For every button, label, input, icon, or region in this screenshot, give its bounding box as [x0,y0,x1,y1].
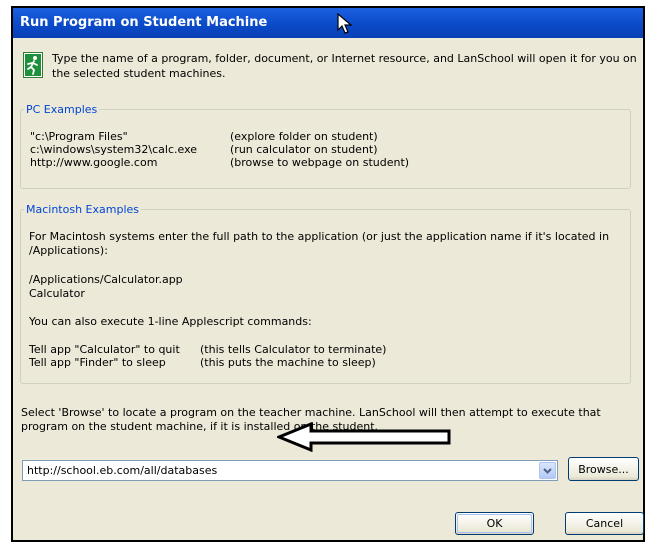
running-person-icon [23,52,43,78]
pc-example-path: http://www.google.com [30,156,158,169]
ok-button[interactable]: OK [455,512,534,535]
applescript-note: (this puts the machine to sleep) [200,356,376,369]
applescript-note: (this tells Calculator to terminate) [200,343,387,356]
applescript-command: Tell app "Finder" to sleep [29,356,166,369]
macintosh-examples-legend: Macintosh Examples [26,203,140,216]
pc-examples-legend: PC Examples [26,103,98,116]
applescript-command: Tell app "Calculator" to quit [29,343,180,356]
macintosh-examples-group: Macintosh Examples For Macintosh systems… [20,203,631,384]
program-path-combobox[interactable]: http://school.eb.com/all/databases [22,460,558,481]
pc-examples-group: PC Examples "c:\Program Files" (explore … [20,103,631,189]
mac-example-app-path: /Applications/Calculator.app [29,273,183,286]
applescript-instructions: You can also execute 1-line Applescript … [29,315,312,328]
title-bar[interactable]: Run Program on Student Machine [13,8,643,38]
mac-example-app-name: Calculator [29,287,85,300]
pc-example-note: (run calculator on student) [230,143,378,156]
pc-example-path: c:\windows\system32\calc.exe [30,143,198,156]
cancel-button[interactable]: Cancel [565,512,644,535]
chevron-down-icon [543,468,552,474]
run-program-dialog: Run Program on Student Machine Type the … [11,6,645,542]
pc-example-path: "c:\Program Files" [30,130,128,143]
pc-example-note: (browse to webpage on student) [230,156,410,169]
mac-path-instructions: For Macintosh systems enter the full pat… [29,230,610,257]
intro-text: Type the name of a program, folder, docu… [52,52,637,80]
dropdown-button[interactable] [539,462,556,479]
left-arrow-icon [277,422,451,452]
browse-button[interactable]: Browse... [568,457,639,481]
dialog-title: Run Program on Student Machine [20,15,268,30]
program-path-value[interactable]: http://school.eb.com/all/databases [27,464,217,477]
pc-example-note: (explore folder on student) [230,130,378,143]
mouse-pointer-icon [337,13,353,34]
